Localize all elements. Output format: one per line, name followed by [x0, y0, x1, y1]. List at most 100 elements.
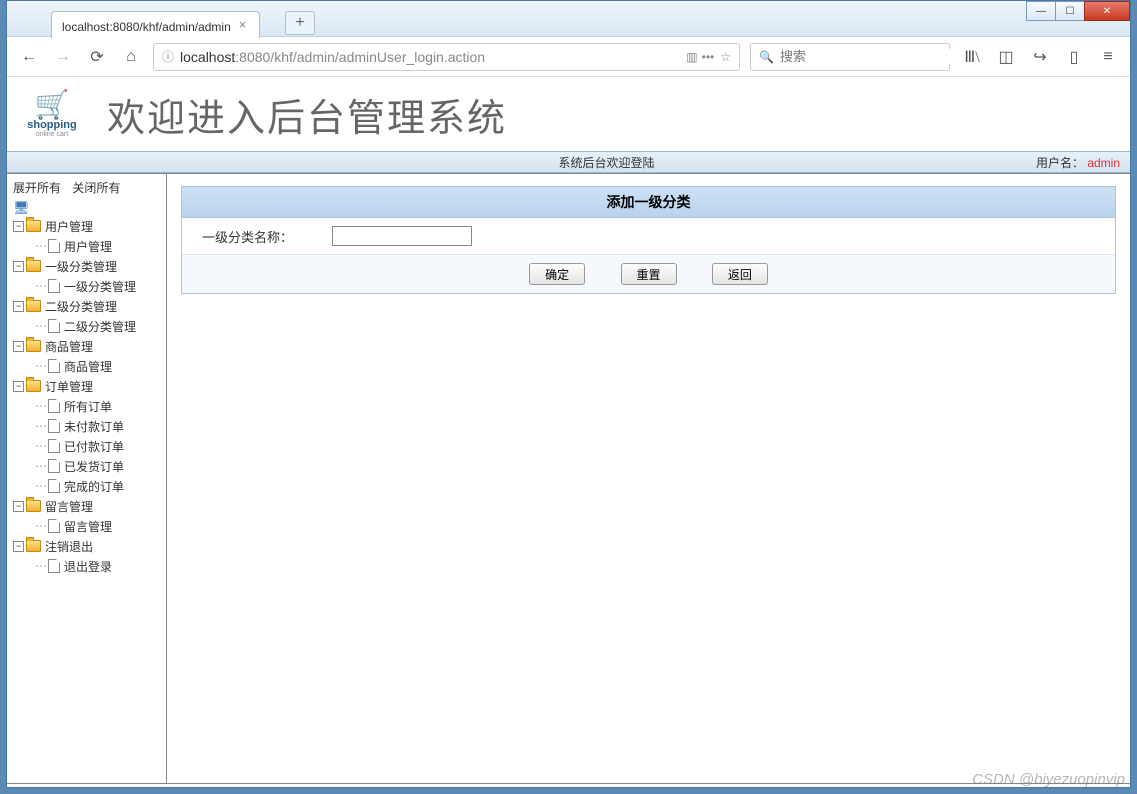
file-icon	[48, 559, 60, 573]
tree-item-label: 一级分类管理	[64, 278, 136, 295]
tree-item[interactable]: ⋯所有订单	[11, 396, 162, 416]
window-close-button[interactable]: ✕	[1084, 1, 1130, 21]
tree-folder[interactable]: − 商品管理	[11, 336, 162, 356]
tree-line-icon: ⋯	[35, 559, 46, 573]
sidebar-icon[interactable]: ◫	[994, 45, 1018, 69]
nav-forward-icon[interactable]: →	[51, 45, 75, 69]
collapse-icon[interactable]: −	[13, 541, 24, 552]
collapse-icon[interactable]: −	[13, 261, 24, 272]
logo-sub: online cart	[17, 131, 87, 138]
tab-title: localhost:8080/khf/admin/admin	[62, 20, 231, 34]
tree-item[interactable]: ⋯完成的订单	[11, 476, 162, 496]
tree-line-icon: ⋯	[35, 239, 46, 253]
username: admin	[1087, 156, 1120, 170]
tree-item[interactable]: ⋯ 商品管理	[11, 356, 162, 376]
window-minimize-button[interactable]: —	[1026, 1, 1056, 21]
tree-folder[interactable]: − 二级分类管理	[11, 296, 162, 316]
tree-line-icon: ⋯	[35, 399, 46, 413]
tree-folder-label: 商品管理	[45, 338, 93, 355]
bookmark-icon[interactable]: ☆	[720, 50, 731, 64]
browser-titlebar: localhost:8080/khf/admin/admin × + — ☐ ✕	[7, 1, 1130, 37]
menu-icon[interactable]: ≡	[1096, 45, 1120, 69]
file-icon	[48, 519, 60, 533]
field-label: 一级分类名称：	[202, 227, 332, 246]
tree-line-icon: ⋯	[35, 439, 46, 453]
close-tab-icon[interactable]: ×	[239, 19, 251, 31]
tree-item-label: 退出登录	[64, 558, 112, 575]
folder-icon	[26, 260, 41, 272]
folder-icon	[26, 300, 41, 312]
category-name-input[interactable]	[332, 226, 472, 246]
url-text: localhost:8080/khf/admin/adminUser_login…	[180, 49, 680, 65]
folder-icon	[26, 220, 41, 232]
file-icon	[48, 359, 60, 373]
new-tab-button[interactable]: +	[285, 11, 315, 35]
reader-icon[interactable]: ▥	[686, 50, 695, 64]
collapse-icon[interactable]: −	[13, 221, 24, 232]
tree-item-label: 二级分类管理	[64, 318, 136, 335]
page-header: 🛒 shopping online cart 欢迎进入后台管理系统	[7, 77, 1130, 151]
pocket-icon[interactable]: ▯	[1062, 45, 1086, 69]
tree-folder-label: 一级分类管理	[45, 258, 117, 275]
file-icon	[48, 419, 60, 433]
panel-title: 添加一级分类	[182, 187, 1115, 218]
tree-folder[interactable]: −留言管理	[11, 496, 162, 516]
nav-back-icon[interactable]: ←	[17, 45, 41, 69]
file-icon	[48, 479, 60, 493]
tree-folder[interactable]: − 用户管理	[11, 216, 162, 236]
share-icon[interactable]: ↪	[1028, 45, 1052, 69]
collapse-all-link[interactable]: 关闭所有	[72, 181, 120, 195]
tree-item[interactable]: ⋯ 二级分类管理	[11, 316, 162, 336]
search-bar[interactable]: 🔍	[750, 43, 950, 71]
tree-line-icon: ⋯	[35, 459, 46, 473]
library-icon[interactable]: Ⅲ\	[960, 45, 984, 69]
status-text: 系统后台欢迎登陆	[177, 154, 1036, 171]
info-icon[interactable]: ⓘ	[162, 48, 174, 65]
folder-icon	[26, 540, 41, 552]
content-area: 添加一级分类 一级分类名称： 确定 重置 返回	[167, 174, 1130, 783]
tree-line-icon: ⋯	[35, 359, 46, 373]
url-bar[interactable]: ⓘ localhost:8080/khf/admin/adminUser_log…	[153, 43, 740, 71]
back-button[interactable]: 返回	[712, 263, 768, 285]
tree-line-icon: ⋯	[35, 319, 46, 333]
more-icon[interactable]: •••	[702, 50, 715, 64]
expand-all-link[interactable]: 展开所有	[13, 181, 61, 195]
browser-tab[interactable]: localhost:8080/khf/admin/admin ×	[51, 11, 260, 38]
tree-folder[interactable]: −注销退出	[11, 536, 162, 556]
tree-item[interactable]: ⋯用户管理	[11, 236, 162, 256]
tree-line-icon: ⋯	[35, 519, 46, 533]
collapse-icon[interactable]: −	[13, 301, 24, 312]
sidebar: 展开所有 关闭所有 🖥 −用户管理⋯用户管理−一级分类管理⋯一级分类管理−二级分…	[7, 174, 167, 783]
tree-root-icon: 🖥	[13, 200, 162, 216]
tree-item[interactable]: ⋯留言管理	[11, 516, 162, 536]
search-input[interactable]	[780, 49, 956, 64]
nav-home-icon[interactable]: ⌂	[119, 45, 143, 69]
tree-item-label: 完成的订单	[64, 478, 124, 495]
user-label: 用户名：	[1036, 156, 1084, 170]
window-maximize-button[interactable]: ☐	[1055, 1, 1085, 21]
tree-item[interactable]: ⋯一级分类管理	[11, 276, 162, 296]
tree-line-icon: ⋯	[35, 419, 46, 433]
ok-button[interactable]: 确定	[529, 263, 585, 285]
collapse-icon[interactable]: −	[13, 381, 24, 392]
collapse-icon[interactable]: −	[13, 341, 24, 352]
tree-item[interactable]: ⋯ 未付款订单	[11, 416, 162, 436]
tree-item-label: 未付款订单	[64, 418, 124, 435]
tree-item[interactable]: ⋯已发货订单	[11, 456, 162, 476]
logo: 🛒 shopping online cart	[17, 91, 87, 138]
tree-item[interactable]: ⋯已付款订单	[11, 436, 162, 456]
cart-icon: 🛒	[17, 91, 87, 119]
tree-folder[interactable]: − 一级分类管理	[11, 256, 162, 276]
reset-button[interactable]: 重置	[621, 263, 677, 285]
form-panel: 添加一级分类 一级分类名称： 确定 重置 返回	[181, 186, 1116, 294]
tree-item-label: 商品管理	[64, 358, 112, 375]
tree-item[interactable]: ⋯ 退出登录	[11, 556, 162, 576]
tree-folder-label: 用户管理	[45, 218, 93, 235]
tree-folder-label: 二级分类管理	[45, 298, 117, 315]
search-icon: 🔍	[759, 50, 774, 64]
page-title: 欢迎进入后台管理系统	[107, 87, 507, 142]
collapse-icon[interactable]: −	[13, 501, 24, 512]
nav-reload-icon[interactable]: ⟳	[85, 45, 109, 69]
folder-icon	[26, 380, 41, 392]
tree-folder[interactable]: −订单管理	[11, 376, 162, 396]
